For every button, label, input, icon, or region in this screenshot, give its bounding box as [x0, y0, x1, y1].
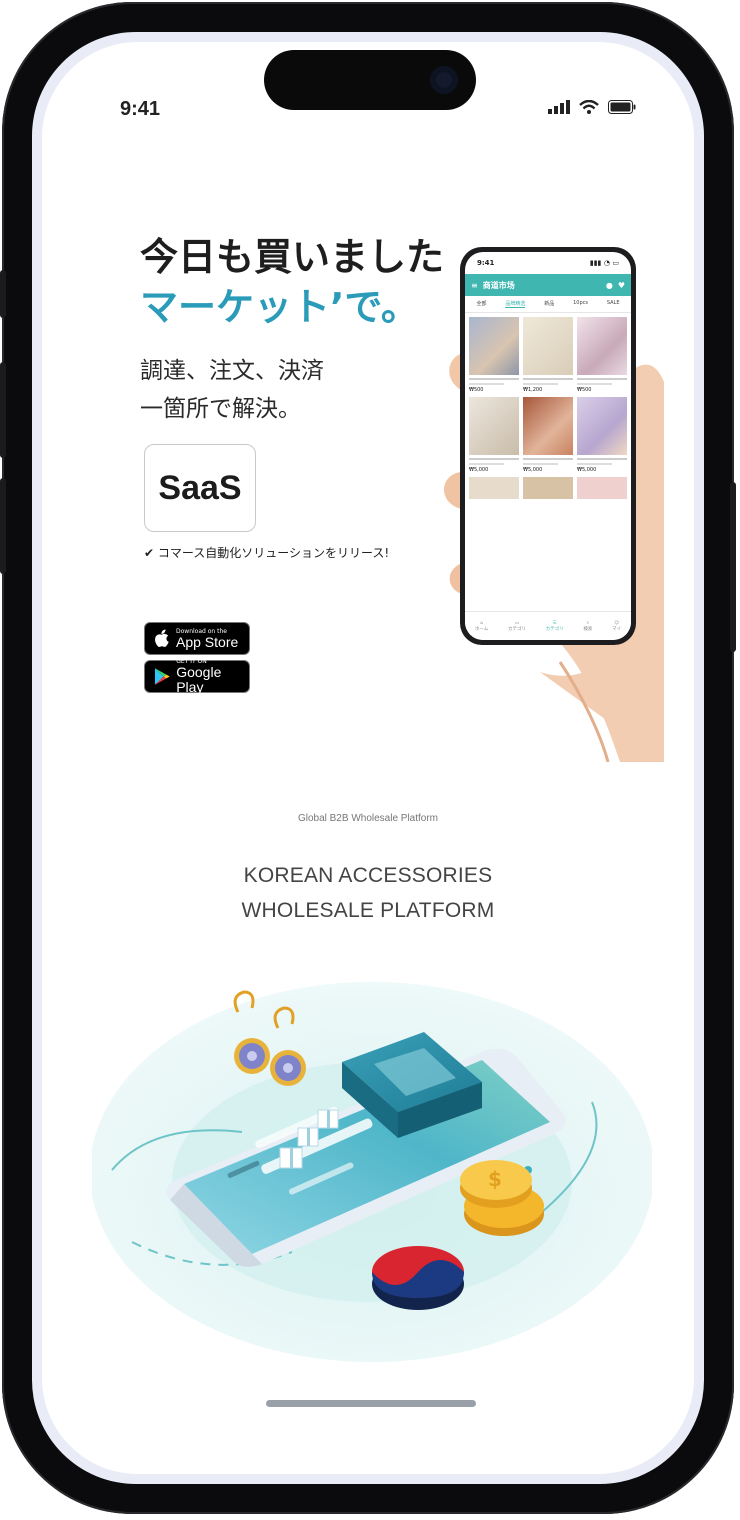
headline-line-1: 今日も買いました: [140, 235, 445, 279]
mini-price: ₩500: [577, 387, 592, 393]
mini-tab: 新品: [544, 301, 555, 307]
google-play-text: GET IT ON Google Play: [176, 658, 249, 695]
mini-product-image: [523, 317, 573, 375]
mini-product-image: [577, 477, 627, 499]
mini-tab: 10pcs: [573, 300, 588, 306]
app-preview-phone: 9:41 ▮▮▮ ◔ ▭ ≡ 商道市场 ● ♥ 全部 品牌精选 新品 10pcs…: [460, 247, 636, 645]
mini-product-image: [523, 397, 573, 455]
mini-nav-home: ⌂ ホーム: [474, 620, 489, 632]
headline-line-2: マーケット’で。: [140, 285, 419, 329]
mini-nav-item: ☰ カテゴリ: [545, 620, 564, 632]
mini-price: ₩5,000: [469, 467, 489, 473]
mini-price: ₩5,000: [577, 467, 597, 473]
mini-product-card: ₩5,000: [469, 397, 519, 473]
section-title-line-2: WHOLESALE PLATFORM: [241, 899, 495, 922]
status-icons: [548, 100, 636, 114]
mini-menu-icon: ≡: [471, 280, 478, 290]
phone-frame: 9:41 今日も買いました マーケット’で。 調達、注文、決済 一箇所で解決。 …: [0, 2, 736, 1514]
mini-status-icons: ▮▮▮ ◔ ▭: [589, 259, 619, 267]
mini-heart-icon: ♥: [617, 280, 625, 290]
saas-badge: SaaS: [144, 444, 256, 532]
side-button-left-1: [0, 270, 6, 318]
section-tagline: Global B2B Wholesale Platform: [297, 813, 439, 824]
mini-nav-profile: ☺ マイ: [612, 620, 622, 632]
mini-bottom-nav: ⌂ ホーム ▭ カテゴリ ☰ カテゴリ ⌕ 検索 ☺ マイ: [465, 611, 631, 640]
app-preview-screen: 9:41 ▮▮▮ ◔ ▭ ≡ 商道市场 ● ♥ 全部 品牌精选 新品 10pcs…: [465, 252, 631, 640]
google-play-icon: [154, 668, 170, 685]
mini-price: ₩1,200: [523, 387, 543, 393]
hero-subheading: 調達、注文、決済 一箇所で解決。: [140, 352, 324, 428]
mini-product-card: [469, 477, 519, 499]
app-store-button[interactable]: Download on the App Store: [144, 622, 250, 655]
mini-price: ₩500: [469, 387, 484, 393]
wifi-icon: [579, 100, 599, 114]
mini-product-image: [469, 397, 519, 455]
mini-tab: SALE: [606, 300, 620, 306]
app-store-text: Download on the App Store: [176, 628, 238, 650]
mini-product-image: [469, 477, 519, 499]
mini-product-image: [523, 477, 573, 499]
mini-brand: 商道市场: [482, 280, 515, 290]
side-button-right: [730, 482, 736, 652]
mini-product-grid: ₩500 ₩1,200 ₩500 ₩5,000 ₩5,000 ₩5,000: [465, 313, 631, 499]
side-button-left-2: [0, 362, 6, 458]
mini-bell-icon: ●: [605, 280, 613, 290]
google-play-button[interactable]: GET IT ON Google Play: [144, 658, 250, 695]
subheading-line-2: 一箇所で解決。: [140, 396, 301, 422]
dynamic-island: [264, 50, 476, 110]
status-time: 9:41: [120, 98, 161, 120]
mini-nav-item: ▭ カテゴリ: [507, 620, 526, 632]
taegeuk-icon: [372, 1246, 464, 1310]
mini-product-card: [577, 477, 627, 499]
google-play-label: Google Play: [176, 664, 222, 695]
app-store-label: App Store: [176, 633, 239, 650]
screen: 9:41 今日も買いました マーケット’で。 調達、注文、決済 一箇所で解決。 …: [42, 42, 694, 1474]
hero-headline: 今日も買いました マーケット’で。: [140, 232, 444, 332]
mini-time: 9:41: [477, 259, 495, 267]
wholesale-platform-illustration: $: [92, 982, 652, 1362]
mini-tab-active: 品牌精选: [505, 301, 526, 308]
mini-product-card: [523, 477, 573, 499]
subheading-line-1: 調達、注文、決済: [140, 358, 324, 384]
signal-icon: [548, 100, 570, 114]
mini-product-card: ₩5,000: [577, 397, 627, 473]
mini-product-card: ₩5,000: [523, 397, 573, 473]
mini-header: ≡ 商道市场 ● ♥: [465, 274, 631, 296]
mini-nav-search: ⌕ 検索: [583, 621, 593, 632]
mini-status-bar: 9:41 ▮▮▮ ◔ ▭: [465, 252, 631, 274]
mini-price: ₩5,000: [523, 467, 543, 473]
home-indicator[interactable]: [266, 1400, 476, 1407]
mini-product-image: [577, 397, 627, 455]
camera-icon: [430, 66, 458, 94]
mini-product-card: ₩1,200: [523, 317, 573, 393]
mini-tab: 全部: [476, 301, 487, 307]
mini-product-card: ₩500: [469, 317, 519, 393]
release-note: ✔ コマース自動化ソリューションをリリース!: [144, 546, 390, 560]
side-button-left-3: [0, 478, 6, 574]
section-title-line-1: KOREAN ACCESSORIES: [243, 864, 493, 887]
mini-product-image: [469, 317, 519, 375]
apple-icon: [155, 629, 169, 647]
mini-tabs: 全部 品牌精选 新品 10pcs SALE: [465, 296, 631, 313]
mini-product-card: ₩500: [577, 317, 627, 393]
svg-text:$: $: [488, 1167, 502, 1191]
battery-icon: [608, 100, 636, 114]
mini-product-image: [577, 317, 627, 375]
